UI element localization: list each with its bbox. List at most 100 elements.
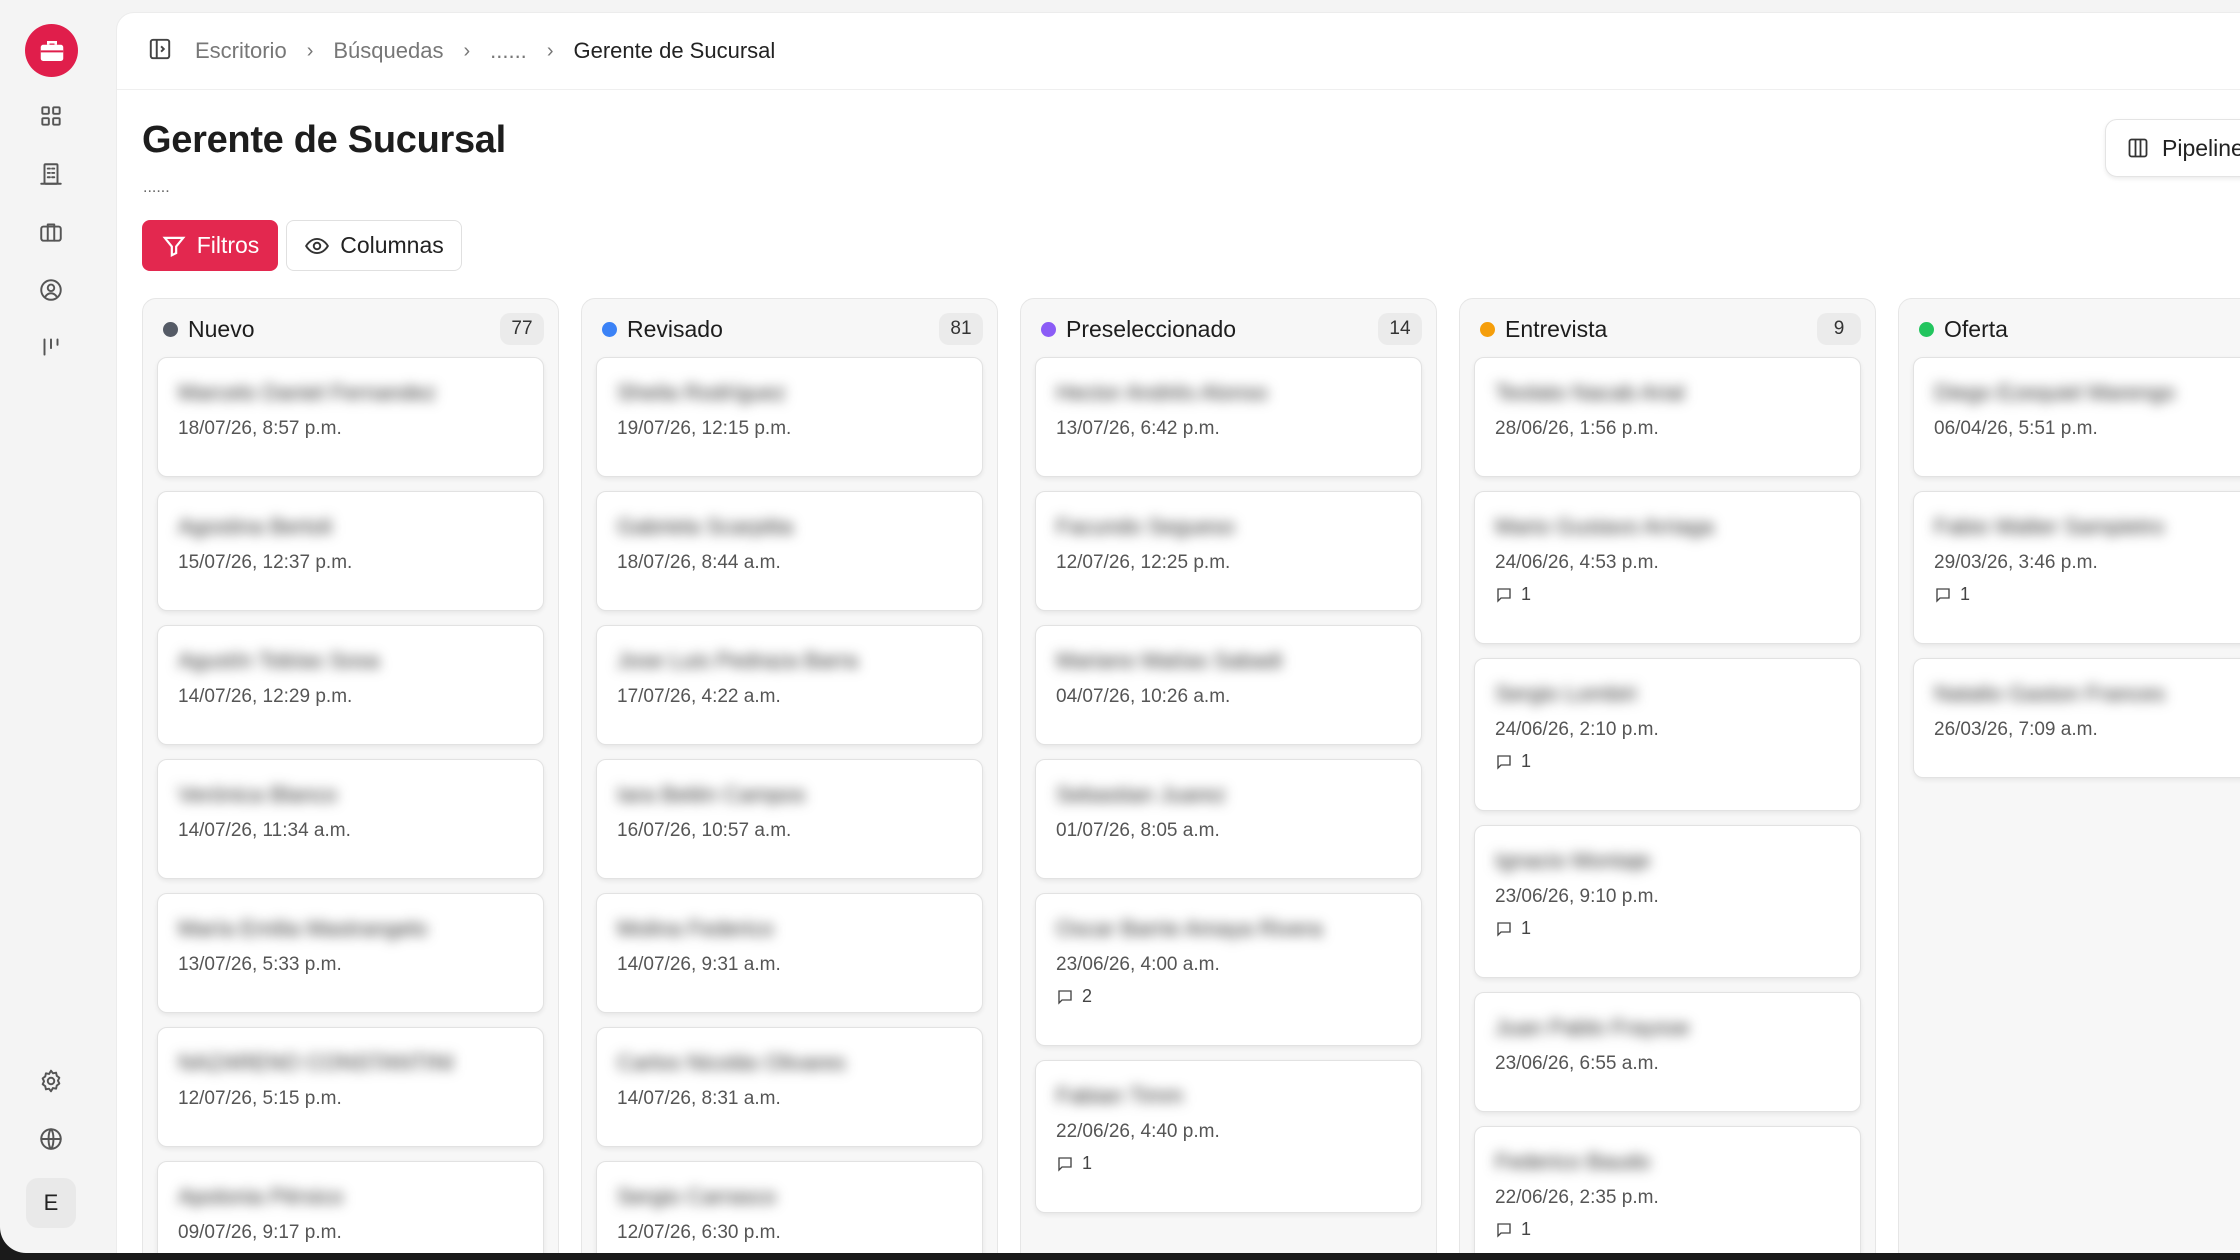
candidate-card[interactable]: Gabriela Scarpitta 18/07/26, 8:44 a.m. <box>596 491 983 611</box>
candidate-card[interactable]: Mario Gustavo Arriaga 24/06/26, 4:53 p.m.… <box>1474 491 1861 644</box>
candidate-date: 06/04/26, 5:51 p.m. <box>1934 418 2098 439</box>
candidate-date: 13/07/26, 6:42 p.m. <box>1056 418 1220 439</box>
candidate-card[interactable]: Verónica Blanco 14/07/26, 11:34 a.m. <box>157 759 544 879</box>
comment-icon <box>1497 1222 1511 1238</box>
candidate-date: 23/06/26, 6:55 a.m. <box>1495 1053 1659 1074</box>
candidate-name: Juan Pablo Fraysse <box>1495 1015 1690 1039</box>
candidate-date: 19/07/26, 12:15 p.m. <box>617 418 792 439</box>
candidate-name: Ignacio Montaje <box>1495 848 1651 872</box>
candidate-card[interactable]: Agustín Tobías Sosa 14/07/26, 12:29 p.m. <box>157 625 544 745</box>
breadcrumb-item-busquedas[interactable]: Búsquedas <box>333 38 443 64</box>
candidate-card[interactable]: Iara Belén Campos 16/07/26, 10:57 a.m. <box>596 759 983 879</box>
candidate-date: 24/06/26, 4:53 p.m. <box>1495 552 1659 573</box>
candidate-date: 13/07/26, 5:33 p.m. <box>178 954 342 975</box>
app-logo-icon[interactable] <box>25 24 78 77</box>
candidate-card[interactable]: Agostina Bertoli 15/07/26, 12:37 p.m. <box>157 491 544 611</box>
candidate-card[interactable]: Ignacio Montaje 23/06/26, 9:10 p.m. 1 <box>1474 825 1861 978</box>
candidate-date: 17/07/26, 4:22 a.m. <box>617 686 781 707</box>
candidate-card[interactable]: Marcelo Daniel Fernandez 18/07/26, 8:57 p… <box>157 357 544 477</box>
candidate-name: Mariano Matías Sabadi <box>1056 648 1283 672</box>
comment-count: 1 <box>1495 751 1840 772</box>
comment-icon <box>1497 921 1511 937</box>
panel-toggle-icon <box>149 38 171 59</box>
candidate-date: 14/07/26, 9:31 a.m. <box>617 954 781 975</box>
candidate-card[interactable]: Apolonia Pérsico 09/07/26, 9:17 p.m. <box>157 1161 544 1253</box>
pipeline-column-revisado: Revisado 81 Sheila Rodríguez 19/07/26, 12:1… <box>581 298 998 1253</box>
candidate-date: 14/07/26, 8:31 a.m. <box>617 1088 781 1109</box>
columns-button[interactable]: Columnas <box>286 220 462 271</box>
stage-dot-icon <box>163 321 178 337</box>
candidate-date: 01/07/26, 8:05 a.m. <box>1056 820 1220 841</box>
candidate-card[interactable]: Facundo Segueso 12/07/26, 12:25 p.m. <box>1035 491 1422 611</box>
filters-label: Filtros <box>196 232 260 258</box>
user-avatar[interactable]: E <box>26 1178 76 1228</box>
column-header: Nuevo 77 <box>157 313 544 345</box>
chevron-right-icon: › <box>463 39 471 62</box>
breadcrumb-item-ellipsis[interactable]: ...... <box>490 38 527 64</box>
nav-candidates[interactable] <box>31 270 71 310</box>
candidate-card[interactable]: Teolato Nacab Arial 28/06/26, 1:56 p.m. <box>1474 357 1861 477</box>
pipeline-column-nuevo: Nuevo 77 Marcelo Daniel Fernandez 18/07/26,… <box>142 298 559 1253</box>
nav-settings[interactable] <box>31 1061 71 1101</box>
candidate-name: Fabian Timm <box>1056 1083 1184 1107</box>
column-count-badge: 81 <box>939 313 983 345</box>
candidate-name: Sebastian Juarez <box>1056 782 1226 806</box>
candidate-card[interactable]: Carlos Nicolás Olivares 14/07/26, 8:31 a.… <box>596 1027 983 1147</box>
candidate-card[interactable]: Oscar Barrie Amaya Rivera 23/06/26, 4:00 … <box>1035 893 1422 1046</box>
candidate-card[interactable]: Jose Luis Pedraza Barra 17/07/26, 4:22 a.… <box>596 625 983 745</box>
breadcrumb-item-current: Gerente de Sucursal <box>573 38 776 63</box>
nav-jobs[interactable] <box>31 212 71 252</box>
candidate-card[interactable]: Hector Andrés Alonso 13/07/26, 6:42 p.m. <box>1035 357 1422 477</box>
candidate-date: 26/03/26, 7:09 a.m. <box>1934 719 2098 740</box>
candidate-name: María Emilia Mastrangelo <box>178 916 428 940</box>
candidate-card[interactable]: Sergio Lombiri 24/06/26, 2:10 p.m. 1 <box>1474 658 1861 811</box>
candidate-card[interactable]: Sergio Carrasco 12/07/26, 6:30 p.m. <box>596 1161 983 1253</box>
candidate-name: Agustín Tobías Sosa <box>178 648 380 672</box>
eye-icon <box>305 237 330 254</box>
globe-icon <box>40 1128 62 1150</box>
candidate-date: 29/03/26, 3:46 p.m. <box>1934 552 2098 573</box>
candidate-card[interactable]: Fabian Timm 22/06/26, 4:40 p.m. 1 <box>1035 1060 1422 1213</box>
candidate-name: Gabriela Scarpitta <box>617 514 794 538</box>
breadcrumb-item-escritorio[interactable]: Escritorio <box>195 38 287 64</box>
candidate-date: 23/06/26, 9:10 p.m. <box>1495 886 1659 907</box>
nav-dashboard[interactable] <box>31 96 71 136</box>
nav-pipeline[interactable] <box>31 327 71 367</box>
candidate-date: 18/07/26, 8:57 p.m. <box>178 418 342 439</box>
candidate-card[interactable]: Sebastian Juarez 01/07/26, 8:05 a.m. <box>1035 759 1422 879</box>
comment-count-value: 1 <box>1082 1153 1093 1173</box>
stage-dot-icon <box>1919 321 1934 337</box>
candidate-date: 22/06/26, 2:35 p.m. <box>1495 1187 1659 1208</box>
column-title: Entrevista <box>1505 315 1608 342</box>
candidate-card[interactable]: Diego Ezequiel Marengo 06/04/26, 5:51 p.m… <box>1913 357 2240 477</box>
candidate-date: 23/06/26, 4:00 a.m. <box>1056 954 1220 975</box>
candidate-card[interactable]: Molina Federico 14/07/26, 9:31 a.m. <box>596 893 983 1013</box>
briefcase-icon <box>40 223 62 242</box>
grid-icon <box>41 106 61 126</box>
column-title: Oferta <box>1944 315 2008 342</box>
column-title: Preseleccionado <box>1066 315 1237 342</box>
nav-language[interactable] <box>31 1119 71 1159</box>
candidate-card[interactable]: Natalio Gaston Frances 26/03/26, 7:09 a.m… <box>1913 658 2240 778</box>
pipeline-view-button[interactable]: Pipeline <box>2105 119 2240 177</box>
comment-count-value: 2 <box>1082 986 1093 1006</box>
column-count-badge: 14 <box>1378 313 1422 345</box>
candidate-card[interactable]: Fabio Walter Sampietro 29/03/26, 3:46 p.m… <box>1913 491 2240 644</box>
candidate-date: 04/07/26, 10:26 a.m. <box>1056 686 1231 707</box>
nav-companies[interactable] <box>31 154 71 194</box>
briefcase-icon <box>40 40 63 61</box>
candidate-card[interactable]: NAZARENO CONSTANTINI 12/07/26, 5:15 p.m. <box>157 1027 544 1147</box>
candidate-card[interactable]: María Emilia Mastrangelo 13/07/26, 5:33 p… <box>157 893 544 1013</box>
comment-count: 1 <box>1934 584 2240 605</box>
candidate-name: Teolato Nacab Arial <box>1495 380 1685 404</box>
candidate-date: 12/07/26, 6:30 p.m. <box>617 1222 781 1243</box>
sidebar-toggle-button[interactable] <box>147 36 173 67</box>
filters-button[interactable]: Filtros <box>142 220 278 271</box>
candidate-card[interactable]: Sheila Rodríguez 19/07/26, 12:15 p.m. <box>596 357 983 477</box>
candidate-card[interactable]: Mariano Matías Sabadi 04/07/26, 10:26 a.m… <box>1035 625 1422 745</box>
candidate-card[interactable]: Juan Pablo Fraysse 23/06/26, 6:55 a.m. <box>1474 992 1861 1112</box>
candidate-date: 15/07/26, 12:37 p.m. <box>178 552 353 573</box>
page-title: Gerente de Sucursal <box>142 119 506 161</box>
candidate-card[interactable]: Federico Baudo 22/06/26, 2:35 p.m. 1 <box>1474 1126 1861 1253</box>
stage-dot-icon <box>1480 321 1495 337</box>
